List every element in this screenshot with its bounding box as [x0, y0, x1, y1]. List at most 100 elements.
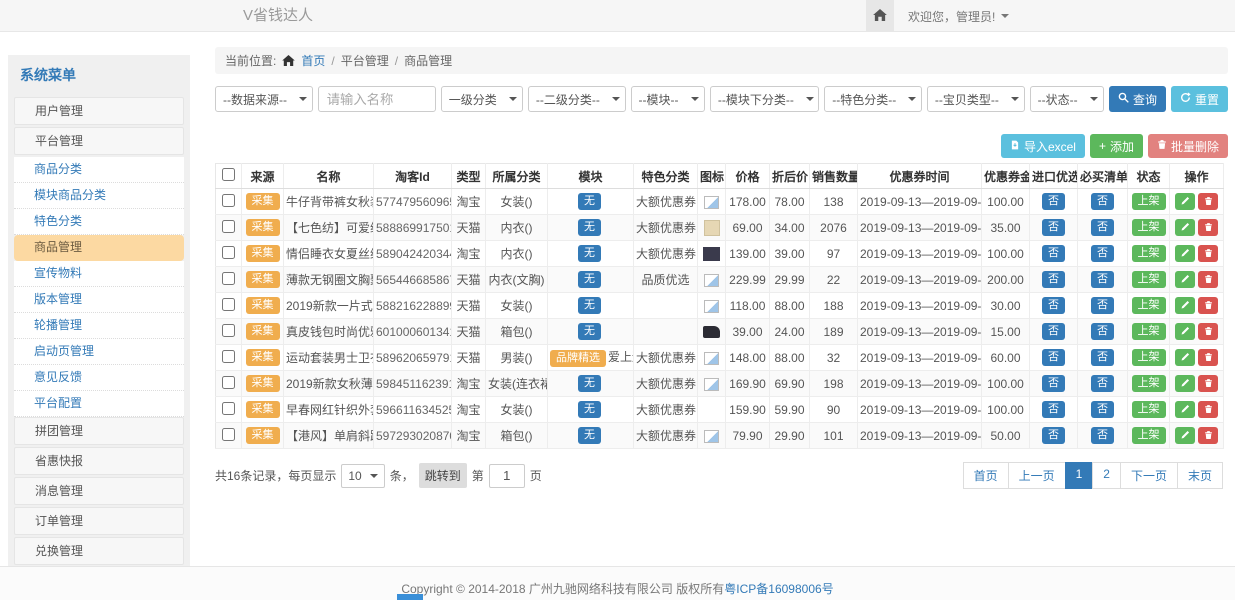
import-select-toggle[interactable]: 否	[1042, 297, 1065, 314]
filter-select[interactable]: 一级分类	[441, 86, 523, 112]
sidebar-item[interactable]: 平台管理	[14, 127, 184, 155]
name-search-input[interactable]	[318, 86, 436, 112]
edit-button[interactable]	[1175, 349, 1195, 366]
import-select-toggle[interactable]: 否	[1042, 323, 1065, 340]
edit-button[interactable]	[1175, 427, 1195, 444]
import-excel-button[interactable]: 导入excel	[1001, 134, 1085, 158]
sidebar-item[interactable]: 订单管理	[14, 507, 184, 535]
per-page-select[interactable]: 10	[341, 464, 384, 488]
must-buy-toggle[interactable]: 否	[1091, 375, 1114, 392]
filter-select[interactable]: --模块--	[631, 86, 705, 112]
status-badge[interactable]: 上架	[1132, 375, 1166, 392]
delete-button[interactable]	[1198, 245, 1218, 262]
sidebar-item[interactable]: 商品分类	[14, 157, 184, 183]
delete-button[interactable]	[1198, 271, 1218, 288]
filter-select[interactable]: --二级分类--	[528, 86, 626, 112]
status-badge[interactable]: 上架	[1132, 245, 1166, 262]
must-buy-toggle[interactable]: 否	[1091, 297, 1114, 314]
status-badge[interactable]: 上架	[1132, 219, 1166, 236]
sidebar-item[interactable]: 模块商品分类	[14, 183, 184, 209]
edit-button[interactable]	[1175, 271, 1195, 288]
status-badge[interactable]: 上架	[1132, 193, 1166, 210]
status-badge[interactable]: 上架	[1132, 427, 1166, 444]
status-badge[interactable]: 上架	[1132, 349, 1166, 366]
edit-button[interactable]	[1175, 219, 1195, 236]
user-menu[interactable]: 欢迎您，管理员!	[894, 0, 1023, 32]
sidebar-item[interactable]: 轮播管理	[14, 313, 184, 339]
jump-page-input[interactable]	[489, 464, 525, 488]
must-buy-toggle[interactable]: 否	[1091, 427, 1114, 444]
delete-button[interactable]	[1198, 323, 1218, 340]
row-checkbox[interactable]	[222, 246, 235, 259]
must-buy-toggle[interactable]: 否	[1091, 349, 1114, 366]
status-badge[interactable]: 上架	[1132, 297, 1166, 314]
import-select-toggle[interactable]: 否	[1042, 401, 1065, 418]
delete-button[interactable]	[1198, 427, 1218, 444]
sidebar-item[interactable]: 消息管理	[14, 477, 184, 505]
import-select-toggle[interactable]: 否	[1042, 271, 1065, 288]
must-buy-toggle[interactable]: 否	[1091, 323, 1114, 340]
row-checkbox[interactable]	[222, 324, 235, 337]
page-button[interactable]: 末页	[1177, 462, 1223, 489]
sidebar-item[interactable]: 意见反馈	[14, 365, 184, 391]
row-checkbox[interactable]	[222, 272, 235, 285]
jump-button[interactable]: 跳转到	[419, 463, 467, 488]
edit-button[interactable]	[1175, 375, 1195, 392]
delete-button[interactable]	[1198, 401, 1218, 418]
edit-button[interactable]	[1175, 297, 1195, 314]
status-badge[interactable]: 上架	[1132, 401, 1166, 418]
row-checkbox[interactable]	[222, 298, 235, 311]
home-button[interactable]	[866, 0, 894, 32]
batch-delete-button[interactable]: 批量删除	[1148, 134, 1228, 158]
must-buy-toggle[interactable]: 否	[1091, 219, 1114, 236]
select-all-checkbox[interactable]	[222, 168, 235, 181]
row-checkbox[interactable]	[222, 194, 235, 207]
sidebar-item[interactable]: 宣传物料	[14, 261, 184, 287]
sidebar-item[interactable]: 特色分类	[14, 209, 184, 235]
sidebar-item[interactable]: 用户管理	[14, 97, 184, 125]
status-badge[interactable]: 上架	[1132, 323, 1166, 340]
must-buy-toggle[interactable]: 否	[1091, 401, 1114, 418]
data-source-select[interactable]: --数据来源--	[215, 86, 313, 112]
delete-button[interactable]	[1198, 219, 1218, 236]
edit-button[interactable]	[1175, 193, 1195, 210]
edit-button[interactable]	[1175, 245, 1195, 262]
row-checkbox[interactable]	[222, 402, 235, 415]
delete-button[interactable]	[1198, 193, 1218, 210]
search-button[interactable]: 查询	[1109, 86, 1166, 112]
status-badge[interactable]: 上架	[1132, 271, 1166, 288]
icp-link[interactable]: 粤ICP备16098006号	[724, 582, 833, 596]
sidebar-item[interactable]: 版本管理	[14, 287, 184, 313]
page-button[interactable]: 上一页	[1008, 462, 1066, 489]
import-select-toggle[interactable]: 否	[1042, 193, 1065, 210]
sidebar-item[interactable]: 商品管理	[14, 235, 184, 261]
delete-button[interactable]	[1198, 297, 1218, 314]
row-checkbox[interactable]	[222, 428, 235, 441]
filter-select[interactable]: --宝贝类型--	[927, 86, 1025, 112]
page-button[interactable]: 1	[1065, 462, 1094, 489]
delete-button[interactable]	[1198, 349, 1218, 366]
edit-button[interactable]	[1175, 401, 1195, 418]
sidebar-item[interactable]: 拼团管理	[14, 417, 184, 445]
import-select-toggle[interactable]: 否	[1042, 427, 1065, 444]
sidebar-item[interactable]: 兑换管理	[14, 537, 184, 565]
import-select-toggle[interactable]: 否	[1042, 219, 1065, 236]
row-checkbox[interactable]	[222, 376, 235, 389]
must-buy-toggle[interactable]: 否	[1091, 271, 1114, 288]
breadcrumb-home-link[interactable]: 首页	[301, 52, 325, 69]
page-button[interactable]: 下一页	[1120, 462, 1178, 489]
sidebar-item[interactable]: 启动页管理	[14, 339, 184, 365]
filter-select[interactable]: --模块下分类--	[710, 86, 819, 112]
must-buy-toggle[interactable]: 否	[1091, 245, 1114, 262]
page-button[interactable]: 2	[1092, 462, 1121, 489]
filter-select[interactable]: --特色分类--	[824, 86, 922, 112]
filter-select[interactable]: --状态--	[1030, 86, 1104, 112]
add-button[interactable]: + 添加	[1090, 134, 1143, 158]
import-select-toggle[interactable]: 否	[1042, 375, 1065, 392]
row-checkbox[interactable]	[222, 350, 235, 363]
reset-button[interactable]: 重置	[1171, 86, 1228, 112]
import-select-toggle[interactable]: 否	[1042, 349, 1065, 366]
sidebar-item[interactable]: 省惠快报	[14, 447, 184, 475]
row-checkbox[interactable]	[222, 220, 235, 233]
page-button[interactable]: 首页	[963, 462, 1009, 489]
